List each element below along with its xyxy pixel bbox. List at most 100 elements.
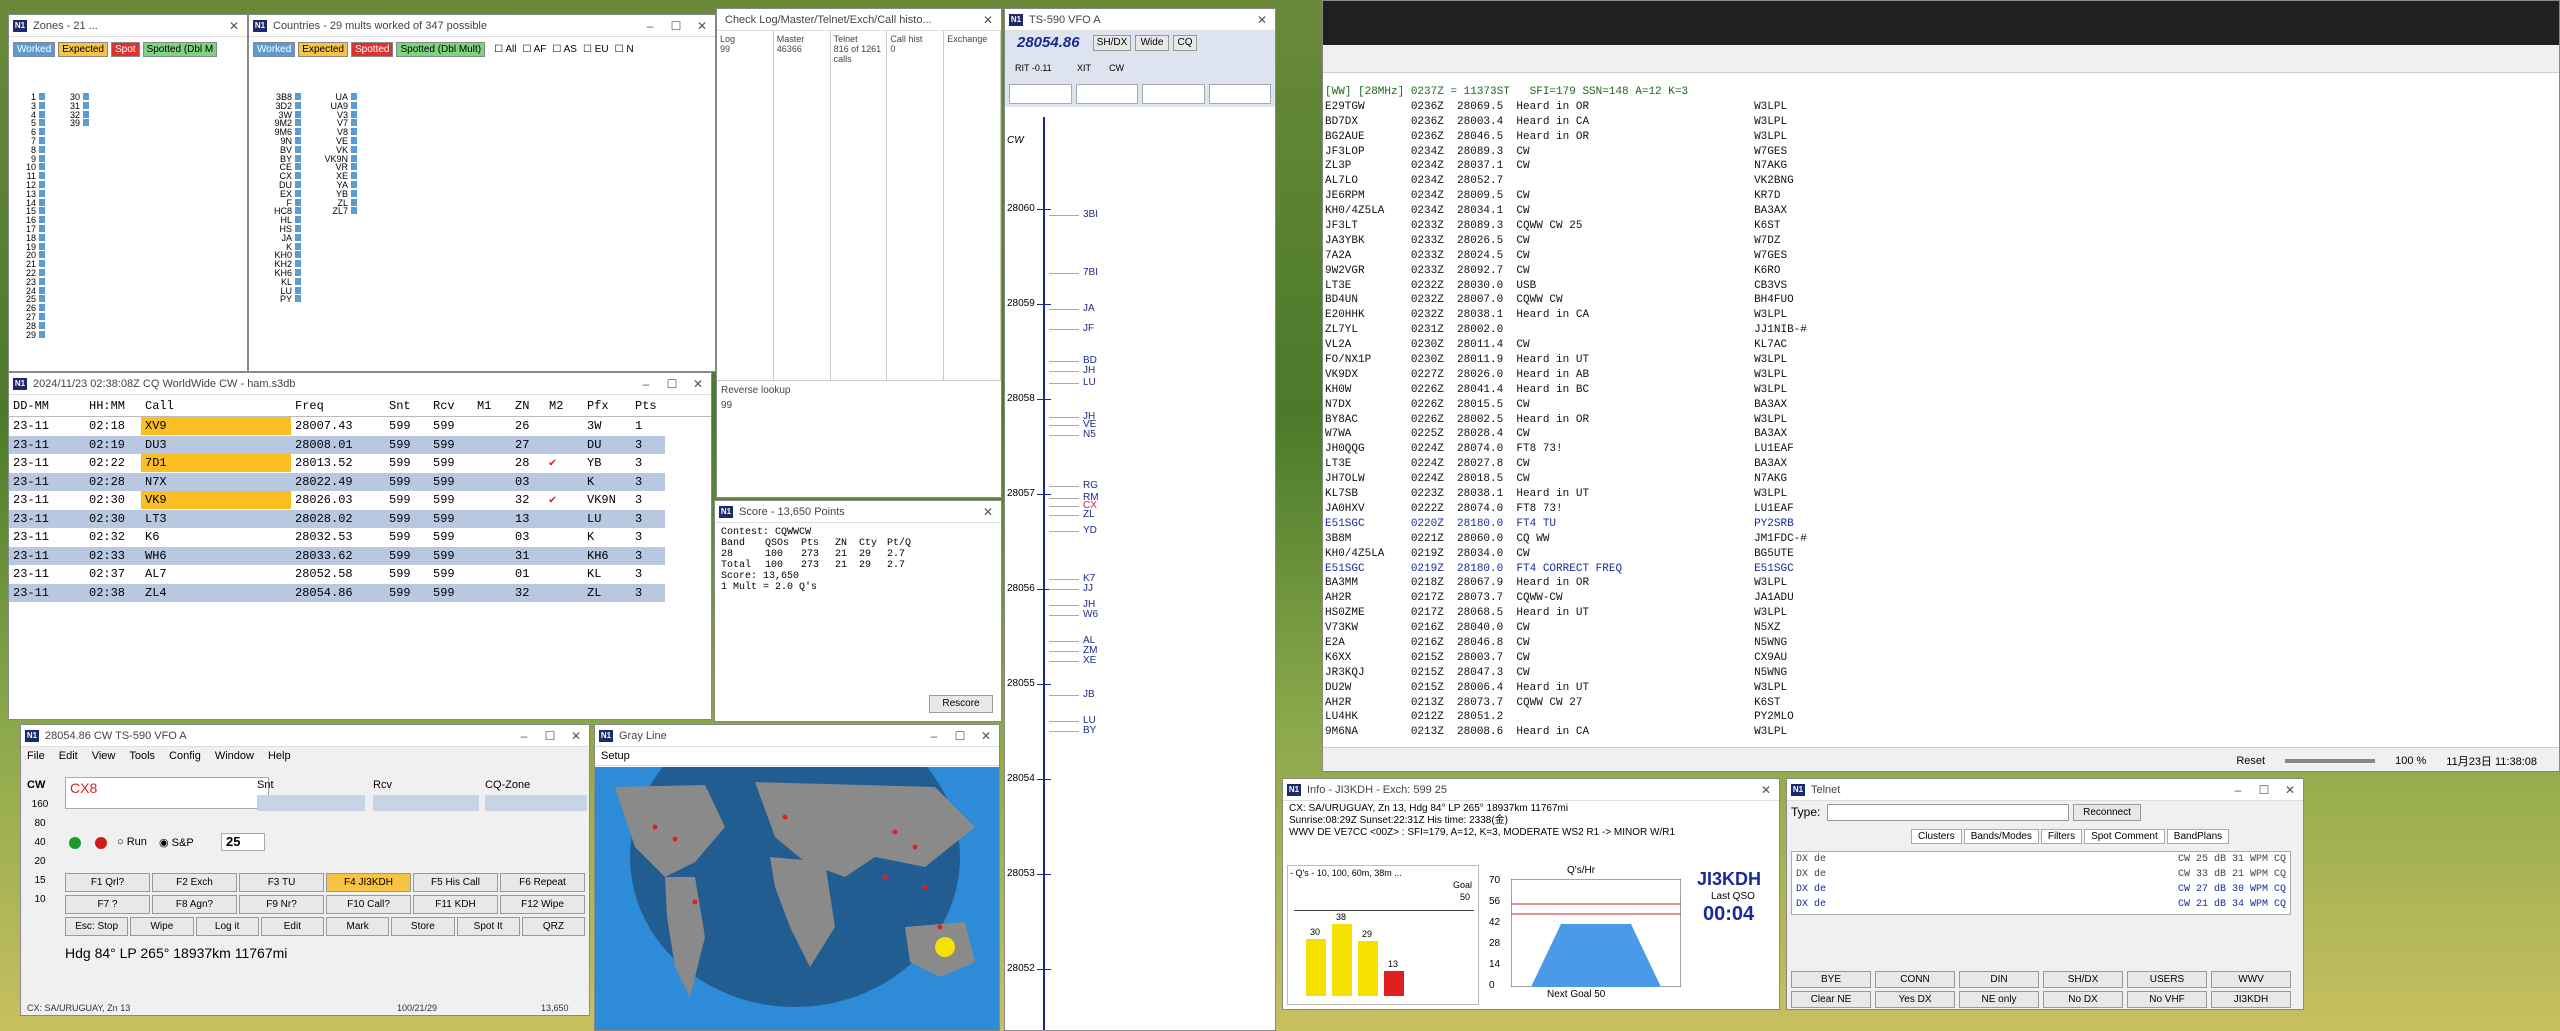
- spot-callsign[interactable]: 3BI: [1083, 209, 1098, 220]
- log-column-header[interactable]: Rcv: [429, 399, 473, 413]
- sp-radio[interactable]: ◉ S&P: [159, 836, 194, 849]
- minimize-icon[interactable]: –: [511, 729, 537, 743]
- log-column-header[interactable]: Call: [141, 399, 291, 413]
- close-icon[interactable]: ✕: [975, 505, 1001, 519]
- snt-input[interactable]: [257, 795, 365, 811]
- shdx-button[interactable]: SH/DX: [1093, 35, 1131, 51]
- log-column-header[interactable]: Pts: [631, 399, 665, 413]
- close-icon[interactable]: ✕: [685, 377, 711, 391]
- log-column-header[interactable]: M2: [545, 399, 583, 413]
- filter-checkbox[interactable]: ☐ N: [612, 44, 637, 55]
- telnet-tab[interactable]: Spot Comment: [2084, 829, 2165, 844]
- fkey-button[interactable]: F12 Wipe: [500, 895, 585, 914]
- log-row[interactable]: 23-11 02:22 7D1 28013.52 599 599 28 ✔ YB 3: [9, 454, 711, 473]
- band-list[interactable]: 160 80 40 20 15 10: [29, 795, 51, 909]
- fkey-button[interactable]: F7 ?: [65, 895, 150, 914]
- fkey-button[interactable]: F3 TU: [239, 873, 324, 892]
- log-titlebar[interactable]: N1 2024/11/23 02:38:08Z CQ WorldWide CW -…: [9, 373, 711, 395]
- minimize-icon[interactable]: –: [637, 19, 663, 33]
- band-item[interactable]: 160: [29, 795, 51, 814]
- fkey-button[interactable]: F10 Call?: [326, 895, 411, 914]
- bandmap-input-2[interactable]: [1075, 84, 1138, 104]
- maximize-icon[interactable]: ☐: [659, 377, 685, 391]
- fkey-button[interactable]: Edit: [260, 917, 324, 936]
- telnet-button[interactable]: CONN: [1875, 971, 1955, 988]
- telnet-button[interactable]: Clear NE: [1791, 991, 1871, 1008]
- score-titlebar[interactable]: N1 Score - 13,650 Points ✕: [715, 501, 1001, 523]
- menu-item[interactable]: View: [92, 750, 116, 762]
- spot-callsign[interactable]: ZL: [1083, 509, 1095, 520]
- telnet-spot-row[interactable]: DX de CW 25 dB 31 WPM CQ: [1792, 852, 2290, 867]
- telnet-button[interactable]: BYE: [1791, 971, 1871, 988]
- log-column-header[interactable]: ZN: [511, 399, 545, 413]
- telnet-button[interactable]: JI3KDH: [2211, 991, 2291, 1008]
- spot-callsign[interactable]: LU: [1083, 377, 1096, 388]
- telnet-button[interactable]: USERS: [2127, 971, 2207, 988]
- log-row[interactable]: 23-11 02:32 K6 28032.53 599 599 03 K 3: [9, 528, 711, 547]
- telnet-spot-row[interactable]: DX de CW 27 dB 30 WPM CQ: [1792, 882, 2290, 897]
- close-icon[interactable]: ✕: [975, 13, 1001, 27]
- fkey-button[interactable]: F8 Agn?: [152, 895, 237, 914]
- telnet-button[interactable]: WWV: [2211, 971, 2291, 988]
- close-icon[interactable]: ✕: [1249, 13, 1275, 27]
- setup-menu[interactable]: Setup: [595, 747, 999, 766]
- band-item[interactable]: 80: [29, 814, 51, 833]
- spot-callsign[interactable]: JH: [1083, 365, 1095, 376]
- grayline-titlebar[interactable]: N1 Gray Line – ☐ ✕: [595, 725, 999, 747]
- menu-item[interactable]: Tools: [129, 750, 155, 762]
- bandmap-titlebar[interactable]: N1 TS-590 VFO A ✕: [1005, 9, 1275, 31]
- spot-callsign[interactable]: XE: [1083, 655, 1096, 666]
- log-column-header[interactable]: DD-MM: [9, 399, 85, 413]
- log-row[interactable]: 23-11 02:19 DU3 28008.01 599 599 27 DU 3: [9, 435, 711, 455]
- fkey-button[interactable]: F4 JI3KDH: [326, 873, 411, 892]
- log-column-header[interactable]: Snt: [385, 399, 429, 413]
- fkey-button[interactable]: F5 His Call: [413, 873, 498, 892]
- zoom-slider[interactable]: [2285, 758, 2376, 763]
- telnet-titlebar[interactable]: N1 Telnet – ☐ ✕: [1787, 779, 2303, 801]
- telnet-tab[interactable]: BandPlans: [2166, 829, 2230, 844]
- telnet-tab[interactable]: Clusters: [1911, 829, 1962, 844]
- minimize-icon[interactable]: –: [921, 729, 947, 743]
- log-row[interactable]: 23-11 02:30 LT3 28028.02 599 599 13 LU 3: [9, 509, 711, 529]
- close-icon[interactable]: ✕: [563, 729, 589, 743]
- zones-titlebar[interactable]: N1 Zones - 21 ... ✕: [9, 15, 247, 37]
- rescore-button[interactable]: Rescore: [929, 695, 993, 713]
- reconnect-button[interactable]: Reconnect: [2073, 804, 2141, 821]
- filter-checkbox[interactable]: ☐ EU: [580, 44, 612, 55]
- band-item[interactable]: 15: [29, 871, 51, 890]
- menu-item[interactable]: Window: [215, 750, 254, 762]
- fkey-button[interactable]: Esc: Stop: [65, 917, 129, 936]
- filter-checkbox[interactable]: ☐ All: [491, 44, 519, 55]
- info-titlebar[interactable]: N1 Info - JI3KDH - Exch: 599 25 ✕: [1283, 779, 1779, 801]
- log-row[interactable]: 23-11 02:37 AL7 28052.58 599 599 01 KL 3: [9, 565, 711, 584]
- band-item[interactable]: 20: [29, 852, 51, 871]
- bandmap-scale[interactable]: CW 28060 28059 28058 28057 28056 28055 28054 28…: [1005, 117, 1267, 1030]
- telnet-spot-row[interactable]: DX de CW 33 dB 21 WPM CQ: [1792, 867, 2290, 882]
- telnet-button[interactable]: Yes DX: [1875, 991, 1955, 1008]
- spot-callsign[interactable]: JB: [1083, 689, 1095, 700]
- cq-button[interactable]: CQ: [1173, 35, 1197, 51]
- menu-item[interactable]: Edit: [59, 750, 78, 762]
- log-column-header[interactable]: Freq: [291, 399, 385, 413]
- spot-callsign[interactable]: W6: [1083, 609, 1098, 620]
- spot-callsign[interactable]: RG: [1083, 480, 1098, 491]
- call-input[interactable]: CX8: [65, 777, 269, 809]
- fkey-button[interactable]: F6 Repeat: [500, 873, 585, 892]
- maximize-icon[interactable]: ☐: [663, 19, 689, 33]
- bandmap-input-3[interactable]: [1142, 84, 1205, 104]
- log-row[interactable]: 23-11 02:18 XV9 28007.43 599 599 26 3W 1: [9, 417, 711, 436]
- telnet-button[interactable]: SH/DX: [2043, 971, 2123, 988]
- close-icon[interactable]: ✕: [1753, 783, 1779, 797]
- close-icon[interactable]: ✕: [2277, 783, 2303, 797]
- filter-checkbox[interactable]: ☐ AF: [519, 44, 549, 55]
- fkey-button[interactable]: Mark: [326, 917, 390, 936]
- log-row[interactable]: 23-11 02:33 WH6 28033.62 599 599 31 KH6 3: [9, 546, 711, 566]
- fkey-button[interactable]: QRZ: [521, 917, 585, 936]
- spot-callsign[interactable]: N5: [1083, 429, 1096, 440]
- telnet-spot-row[interactable]: DX de CW 21 dB 34 WPM CQ: [1792, 897, 2290, 912]
- fkey-button[interactable]: Store: [391, 917, 455, 936]
- menu-item[interactable]: Config: [169, 750, 201, 762]
- spot-callsign[interactable]: 7BI: [1083, 267, 1098, 278]
- log-row[interactable]: 23-11 02:28 N7X 28022.49 599 599 03 K 3: [9, 472, 711, 492]
- band-item[interactable]: 40: [29, 833, 51, 852]
